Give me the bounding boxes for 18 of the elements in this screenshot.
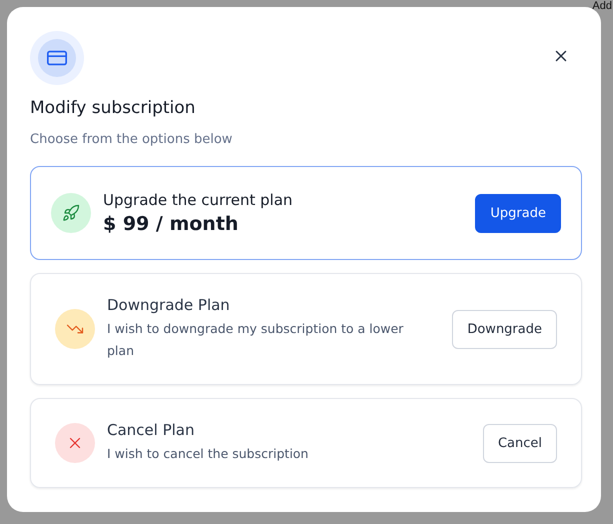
option-button[interactable]: Cancel — [482, 424, 557, 462]
option-button[interactable]: Upgrade — [475, 194, 561, 232]
rocket-icon — [51, 193, 91, 233]
option-title: Downgrade Plan — [107, 296, 231, 314]
price: $ 99 / month — [103, 213, 240, 235]
option-card[interactable]: Downgrade Plan I wish to downgrade my subscription to a lower plan Downgrade — [30, 273, 582, 385]
option-title: Upgrade the current plan — [103, 191, 294, 209]
background-text: Add — [592, 0, 612, 13]
trend-down-icon — [55, 309, 95, 349]
option-description: I wish to downgrade my subscription to a lower plan — [107, 320, 404, 360]
dialog-title: Modify subscription — [30, 98, 196, 118]
option-description: I wish to cancel the subscription — [107, 445, 310, 463]
cross-icon — [55, 423, 95, 463]
option-title: Cancel Plan — [107, 421, 196, 439]
option-button[interactable]: Downgrade — [452, 310, 557, 348]
option-card[interactable]: Cancel Plan I wish to cancel the subscription Cancel — [30, 398, 582, 488]
dialog-subtitle: Choose from the options below — [30, 132, 234, 147]
option-card[interactable]: Upgrade the current plan $ 99 / month Upgrade — [30, 166, 582, 260]
